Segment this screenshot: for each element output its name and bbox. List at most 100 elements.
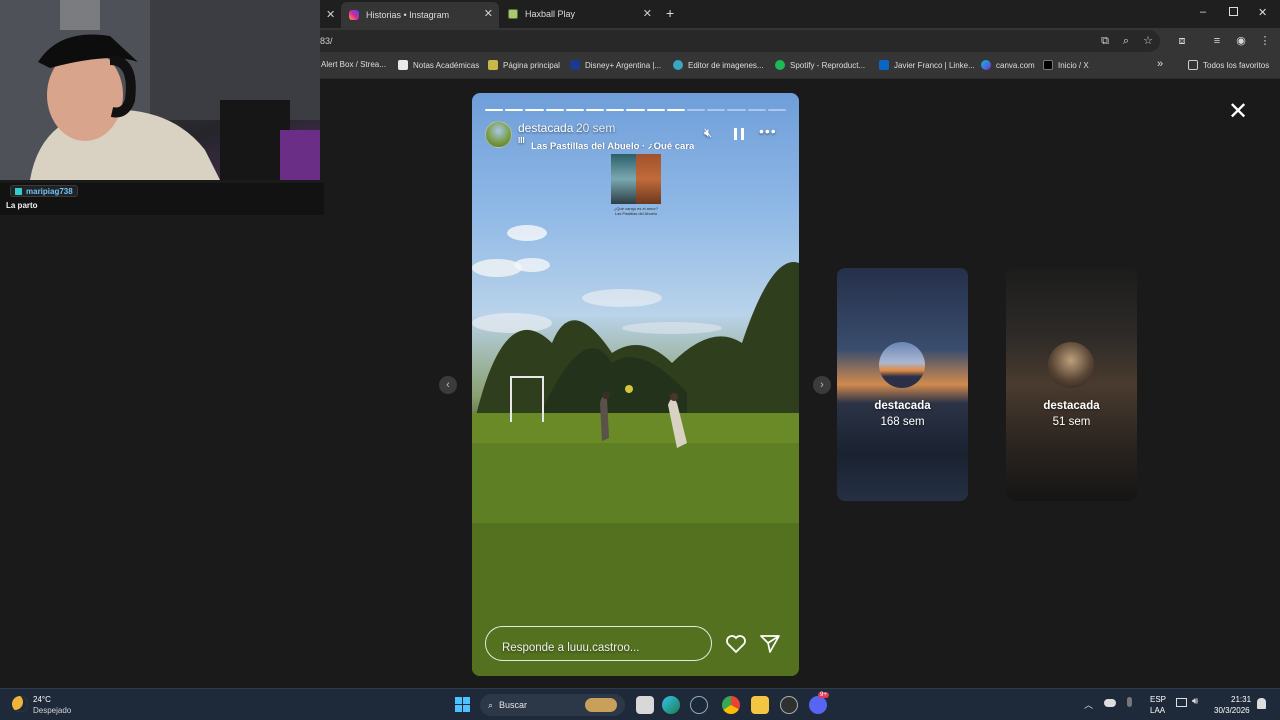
story-progress-segment: [727, 109, 746, 111]
start-button[interactable]: [455, 697, 470, 712]
tab-instagram-stories[interactable]: Historias • Instagram ✕: [341, 2, 499, 28]
language-code[interactable]: ESP: [1150, 695, 1166, 704]
next-story-button[interactable]: ›: [813, 376, 831, 394]
bookmark-label: Editor de imagenes...: [688, 60, 764, 70]
folder-icon: [1188, 60, 1198, 70]
haxball-icon: [508, 9, 518, 19]
story-timestamp: 20 sem: [576, 121, 616, 135]
weather-moon-icon[interactable]: [12, 696, 28, 712]
bookmark-spotify[interactable]: Spotify - Reproduct...: [775, 60, 865, 70]
bookmark-alert-box[interactable]: Alert Box / Strea...: [321, 60, 386, 69]
show-hidden-icons[interactable]: ︿: [1084, 698, 1093, 711]
bookmark-canva[interactable]: canva.com: [981, 60, 1035, 70]
bookmark-x[interactable]: Inicio / X: [1043, 60, 1089, 70]
bookmark-label: Todos los favoritos: [1203, 60, 1270, 70]
like-heart-icon[interactable]: [725, 634, 747, 654]
story-progress-segment: [565, 109, 584, 111]
onedrive-icon[interactable]: [1104, 699, 1116, 707]
story-progress-segment: [747, 109, 766, 111]
bookmark-label: Spotify - Reproduct...: [790, 60, 866, 70]
task-view-icon[interactable]: [636, 696, 654, 714]
story-username[interactable]: destacada: [518, 121, 573, 135]
chrome-icon[interactable]: [722, 696, 740, 714]
story-progress-segment: [666, 109, 685, 111]
discord-icon[interactable]: [809, 696, 827, 714]
spotify-icon: [775, 60, 785, 70]
mute-icon[interactable]: 🔇︎: [704, 125, 712, 141]
side-story-sunset[interactable]: destacada 168 sem: [837, 268, 968, 501]
instagram-icon: [349, 10, 359, 20]
notifications-icon[interactable]: [1257, 698, 1266, 709]
bookmark-linkedin[interactable]: Javier Franco | Linke...: [879, 60, 975, 70]
bookmark-label: Disney+ Argentina |...: [585, 60, 662, 70]
notification-badge: 9+: [818, 692, 829, 698]
zoom-icon[interactable]: ⌕: [1119, 34, 1133, 48]
clock-time[interactable]: 21:31: [1231, 695, 1251, 704]
weather-temperature[interactable]: 24°C: [33, 695, 51, 704]
obs-icon[interactable]: [780, 696, 798, 714]
story-progress-segment: [646, 109, 665, 111]
more-options-icon[interactable]: •••: [759, 123, 777, 139]
new-tab-button[interactable]: +: [666, 5, 674, 21]
keyboard-layout: LAA: [1150, 706, 1166, 715]
address-url: 83/: [320, 36, 333, 46]
search-icon: ⌕: [488, 699, 494, 710]
taskbar-search[interactable]: ⌕ Buscar: [480, 694, 625, 716]
steam-icon[interactable]: [690, 696, 708, 714]
bookmark-label: Inicio / X: [1058, 60, 1089, 70]
story-viewer[interactable]: destacada 20 sem lll Las Pastillas del A…: [472, 93, 799, 676]
bookmark-star-icon[interactable]: ☆: [1141, 34, 1155, 48]
restore-window-icon[interactable]: [1229, 7, 1238, 16]
song-title: Las Pastillas del Abuelo · ¿Qué carajo: [531, 141, 694, 149]
x-icon: [1043, 60, 1053, 70]
webcam-feed: [0, 0, 320, 180]
album-cover-sticker[interactable]: [611, 154, 661, 204]
close-tab-icon[interactable]: ✕: [484, 7, 493, 20]
send-direct-icon[interactable]: [759, 634, 781, 654]
close-stories-icon[interactable]: ✕: [1228, 97, 1248, 126]
story-progress-segment: [545, 109, 564, 111]
bookmark-disney[interactable]: Disney+ Argentina |...: [570, 60, 661, 70]
side-story-avatar: [1048, 342, 1094, 388]
reply-input[interactable]: Responde a luuu.castroo...: [485, 626, 712, 661]
media-control-icon[interactable]: ≡: [1210, 34, 1224, 48]
extensions-icon[interactable]: ⧈: [1175, 34, 1189, 48]
close-tab-icon[interactable]: ✕: [326, 8, 335, 21]
story-avatar[interactable]: [485, 121, 512, 148]
page-icon: [488, 60, 498, 70]
search-label: Buscar: [499, 700, 528, 710]
album-caption: ¿Qué carajo es el amor? Las Pastillas de…: [596, 206, 676, 216]
file-explorer-icon[interactable]: [751, 696, 769, 714]
story-progress-segment: [626, 109, 645, 111]
bookmark-notas[interactable]: Notas Académicas: [398, 60, 479, 70]
install-app-icon[interactable]: ⧉: [1098, 34, 1112, 48]
reply-placeholder: Responde a luuu.castroo...: [502, 642, 640, 654]
bookmark-label: Notas Académicas: [413, 60, 480, 70]
previous-story-button[interactable]: ‹: [439, 376, 457, 394]
bookmarks-overflow-button[interactable]: »: [1157, 58, 1163, 70]
microphone-icon[interactable]: [1127, 697, 1132, 707]
side-story-concert[interactable]: destacada 51 sem: [1006, 268, 1137, 501]
side-story-avatar: [879, 342, 925, 388]
address-bar[interactable]: 83/: [310, 30, 1160, 52]
side-story-label: destacada: [1043, 400, 1100, 412]
music-bars-icon: lll: [518, 136, 525, 145]
close-tab-icon[interactable]: ✕: [643, 7, 652, 20]
tab-haxball[interactable]: Haxball Play ✕: [500, 2, 658, 26]
network-icon[interactable]: [1176, 698, 1187, 707]
stream-chat-overlay: maripiag738 La parto: [0, 183, 324, 215]
volume-icon[interactable]: 🔊︎: [1192, 696, 1198, 707]
edge-icon[interactable]: [662, 696, 680, 714]
pause-icon[interactable]: [734, 128, 744, 140]
profile-icon[interactable]: ◉: [1234, 34, 1248, 48]
document-icon: [398, 60, 408, 70]
menu-icon[interactable]: ⋮: [1258, 34, 1272, 48]
minimize-window-icon[interactable]: –: [1200, 6, 1206, 18]
side-story-time: 168 sem: [880, 416, 925, 428]
bookmark-pagina-principal[interactable]: Página principal: [488, 60, 560, 70]
close-window-icon[interactable]: ✕: [1258, 6, 1267, 19]
story-progress-segment: [687, 109, 706, 111]
bookmark-editor[interactable]: Editor de imagenes...: [673, 60, 764, 70]
all-bookmarks-folder[interactable]: Todos los favoritos: [1188, 60, 1269, 70]
chat-username: maripiag738: [26, 186, 73, 196]
